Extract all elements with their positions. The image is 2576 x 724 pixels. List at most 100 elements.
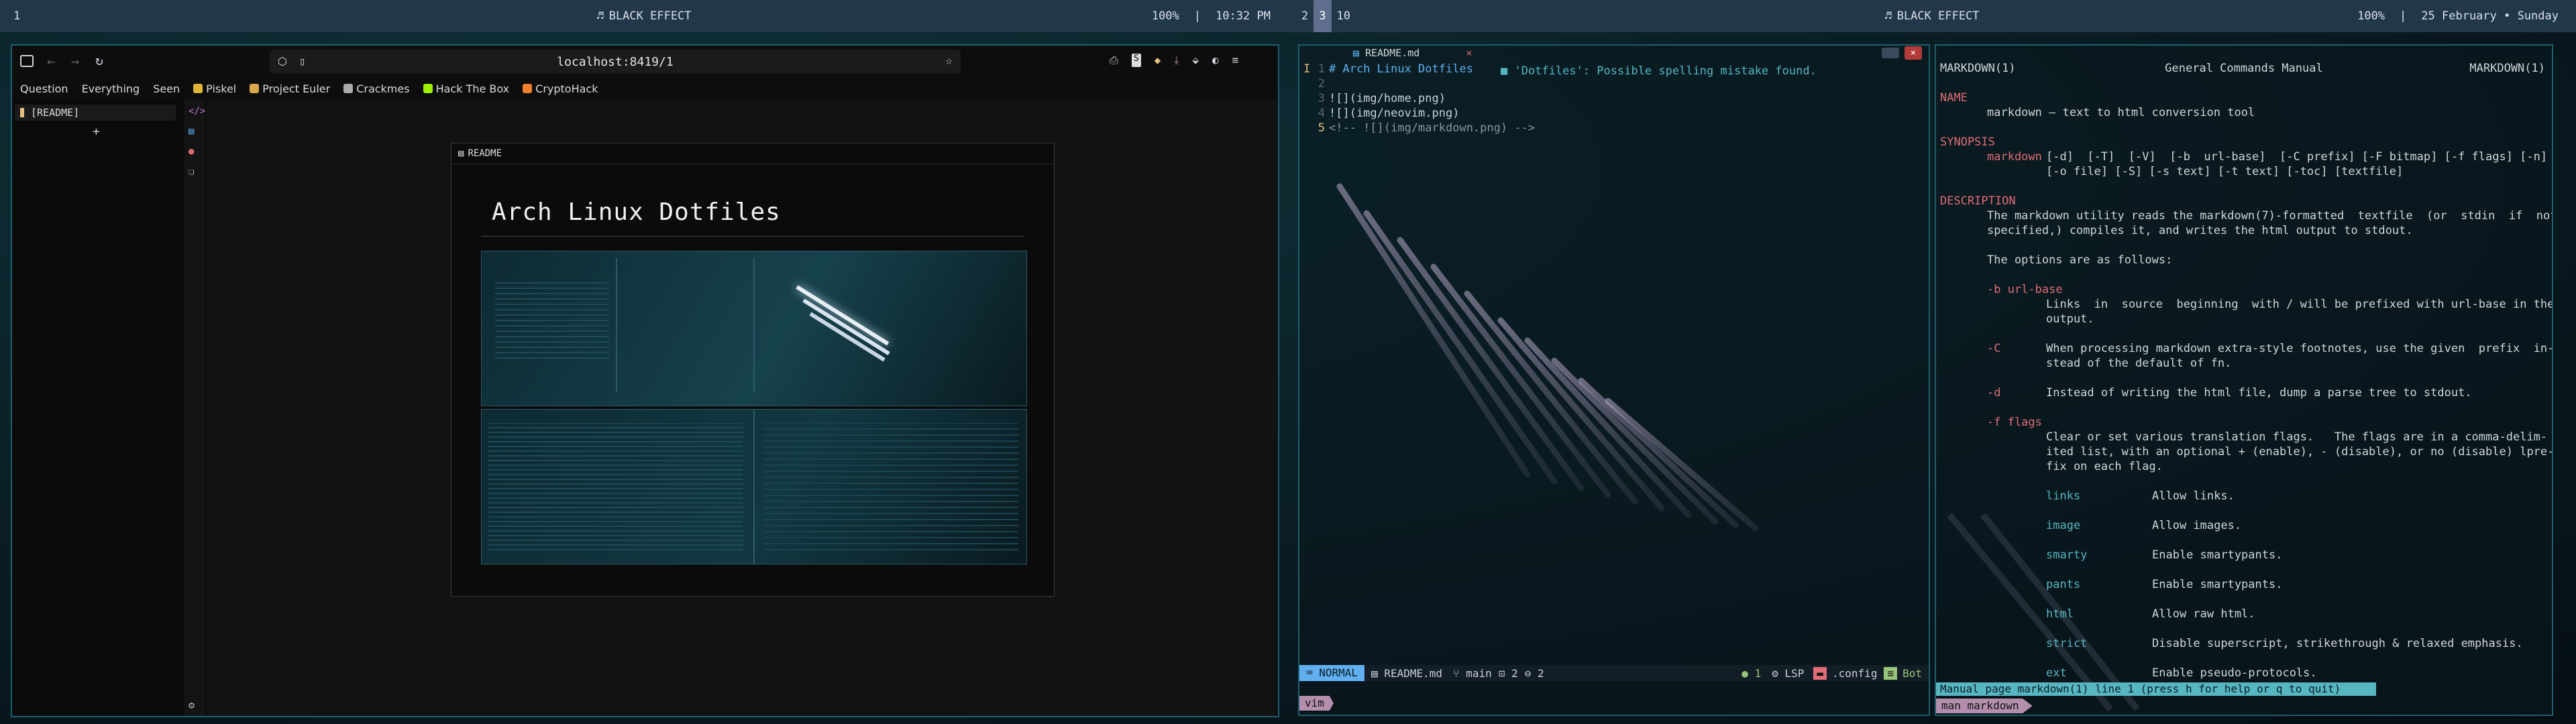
- back-icon[interactable]: ←: [47, 53, 55, 69]
- line-number: 5: [1318, 121, 1325, 135]
- bookmark-item[interactable]: Crackmes: [343, 82, 410, 95]
- man-option-flag: -b url-base: [1987, 283, 2063, 296]
- workspace-10[interactable]: 10: [1332, 0, 1356, 32]
- man-page-text[interactable]: MARKDOWN(1) General Commands Manual MARKDO…: [1936, 46, 2552, 689]
- man-option-flag: -d: [1987, 386, 2001, 400]
- separator: |: [1193, 9, 1201, 23]
- lsp-count: ● 1: [1741, 666, 1762, 680]
- man-flag-name: links: [2046, 489, 2081, 503]
- url-bar[interactable]: ⬡ ▯ localhost:8419/1 ☆: [270, 50, 961, 74]
- editor-line[interactable]: 5 <!-- ![](img/markdown.png) -->: [1299, 121, 1929, 135]
- print-icon[interactable]: ⎙: [1110, 54, 1118, 67]
- profile-icon[interactable]: ◐: [1212, 54, 1219, 67]
- man-text: markdown — text to html conversion tool: [1987, 106, 2255, 119]
- tree-sidebar: [README] +: [12, 99, 183, 716]
- bookmark-label: Question: [20, 82, 68, 95]
- sidebar-toggle-icon[interactable]: [20, 55, 34, 67]
- man-text: [-o file] [-S] [-s text] [-t text] [-toc…: [2046, 165, 2404, 178]
- directory: .config: [1832, 666, 1878, 680]
- folder-icon: ▬: [1813, 666, 1827, 680]
- line-text: ![](img/home.png): [1329, 92, 1446, 105]
- man-text: When processing markdown extra-style foo…: [2046, 342, 2553, 355]
- menu-icon[interactable]: ≡: [1232, 54, 1239, 67]
- man-flag-name: strict: [2046, 637, 2088, 650]
- man-flag-desc: Allow raw html.: [2152, 607, 2255, 621]
- extension-s-icon[interactable]: S: [1131, 54, 1141, 67]
- man-text: output.: [2046, 312, 2094, 326]
- git-branch: ⑂ main: [1453, 666, 1492, 680]
- code-icon[interactable]: </>: [189, 106, 205, 117]
- bookmark-label: Everything: [81, 82, 140, 95]
- window-title: ♬ BLACK EFFECT: [1884, 9, 1979, 23]
- reload-icon[interactable]: ↻: [95, 52, 103, 68]
- bookmark-star-icon[interactable]: ☆: [945, 54, 953, 68]
- bookmark-item[interactable]: CryptoHack: [523, 82, 598, 95]
- statusline-file: ▤ README.md: [1371, 666, 1443, 680]
- close-icon[interactable]: ×: [1904, 46, 1922, 60]
- man-flag-desc: Enable pseudo-protocols.: [2152, 666, 2317, 680]
- window-title-text: BLACK EFFECT: [608, 9, 692, 23]
- man-text: Clear or set various translation flags. …: [2046, 430, 2548, 444]
- bookmark-item[interactable]: Seen: [153, 82, 180, 95]
- man-flag-name: smarty: [2046, 548, 2088, 562]
- record-icon[interactable]: ●: [189, 146, 194, 157]
- bookmark-item[interactable]: Piskel: [193, 82, 236, 95]
- separator: |: [2400, 9, 2407, 23]
- man-section-heading: NAME: [1940, 91, 1968, 105]
- mode-indicator: ⌨ NORMAL: [1299, 665, 1365, 681]
- man-flag-desc: Allow links.: [2152, 489, 2235, 503]
- diagnostic-message: ■ 'Dotfiles': Possible spelling mistake …: [1501, 64, 1817, 78]
- workspace-2[interactable]: 2: [1296, 0, 1313, 32]
- tree-item[interactable]: [README]: [15, 105, 176, 121]
- settings-icon[interactable]: ⚙: [189, 699, 195, 711]
- markdown-file-icon: ▤: [1353, 47, 1360, 59]
- extension-color-icon[interactable]: ◆: [1155, 54, 1161, 67]
- book-icon[interactable]: ▤: [189, 126, 194, 137]
- bookmark-item[interactable]: Project Euler: [250, 82, 330, 95]
- man-flag-name: pants: [2046, 578, 2081, 591]
- branch-icon: ⑂: [1453, 666, 1460, 680]
- man-text: specified,) compiles it, and writes the …: [1987, 224, 2413, 237]
- tab-close-icon[interactable]: ×: [1466, 47, 1472, 59]
- workspace-indicator[interactable]: 1: [8, 0, 25, 32]
- man-flag-desc: Disable superscript, strikethrough & rel…: [2152, 637, 2523, 650]
- man-header-right: MARKDOWN(1): [2469, 62, 2545, 75]
- bookmark-favicon-icon: [423, 84, 433, 93]
- changes-count: ⊖ 2: [1524, 666, 1544, 680]
- top-bar-right: 2 3 10 ♬ BLACK EFFECT 100% | 25 February…: [1288, 0, 2576, 32]
- url-text[interactable]: localhost:8419/1: [270, 55, 961, 69]
- bookmark-item[interactable]: Everything: [82, 82, 140, 95]
- bookmark-item[interactable]: Question: [20, 82, 68, 95]
- add-tree-button[interactable]: +: [93, 125, 100, 139]
- download-icon[interactable]: ⤓: [1174, 54, 1179, 67]
- man-text: fix on each flag.: [2046, 460, 2163, 473]
- man-text: ited list, with an optional + (enable), …: [2046, 445, 2553, 459]
- window-title: ♬ BLACK EFFECT: [596, 9, 691, 23]
- man-section-heading: SYNOPSIS: [1940, 135, 1995, 149]
- bookmark-favicon-icon: [250, 84, 260, 93]
- forward-icon[interactable]: →: [71, 53, 79, 69]
- volume-readout[interactable]: 100%: [1152, 9, 1179, 23]
- workspace-3[interactable]: 3: [1313, 0, 1332, 32]
- neovim-window: ▤ README.md × × I 1 # Arch Linux Dotfiles 2…: [1298, 44, 1930, 716]
- editor-line[interactable]: 2: [1299, 76, 1929, 91]
- file-tab[interactable]: ▤ README.md ×: [1353, 47, 1472, 59]
- man-header-center: General Commands Manual: [2165, 62, 2323, 75]
- man-command: markdown: [1987, 150, 2042, 164]
- window-title-text: BLACK EFFECT: [1896, 9, 1980, 23]
- bookmark-label: Hack The Box: [435, 82, 510, 95]
- preview-tab-label: README: [468, 148, 502, 159]
- layers-icon[interactable]: ❏: [189, 166, 194, 177]
- line-number: 1: [1318, 62, 1325, 76]
- sidebar-strip: </> ▤ ● ❏ ⚙: [184, 99, 205, 716]
- file-icon: [20, 108, 24, 117]
- volume-readout[interactable]: 100%: [2357, 9, 2385, 23]
- man-text: [-d] [-T] [-V] [-b url-base] [-C prefix]…: [2046, 150, 2548, 164]
- toggle-icon[interactable]: [1882, 48, 1899, 58]
- man-text: The markdown utility reads the markdown(…: [1987, 209, 2553, 223]
- lsp-indicator: ⚙ LSP: [1772, 666, 1805, 680]
- editor-line[interactable]: 4 ![](img/neovim.png): [1299, 106, 1929, 121]
- editor-line[interactable]: 3 ![](img/home.png): [1299, 91, 1929, 106]
- bookmark-item[interactable]: Hack The Box: [423, 82, 510, 95]
- extensions-icon[interactable]: ⬙: [1192, 54, 1199, 67]
